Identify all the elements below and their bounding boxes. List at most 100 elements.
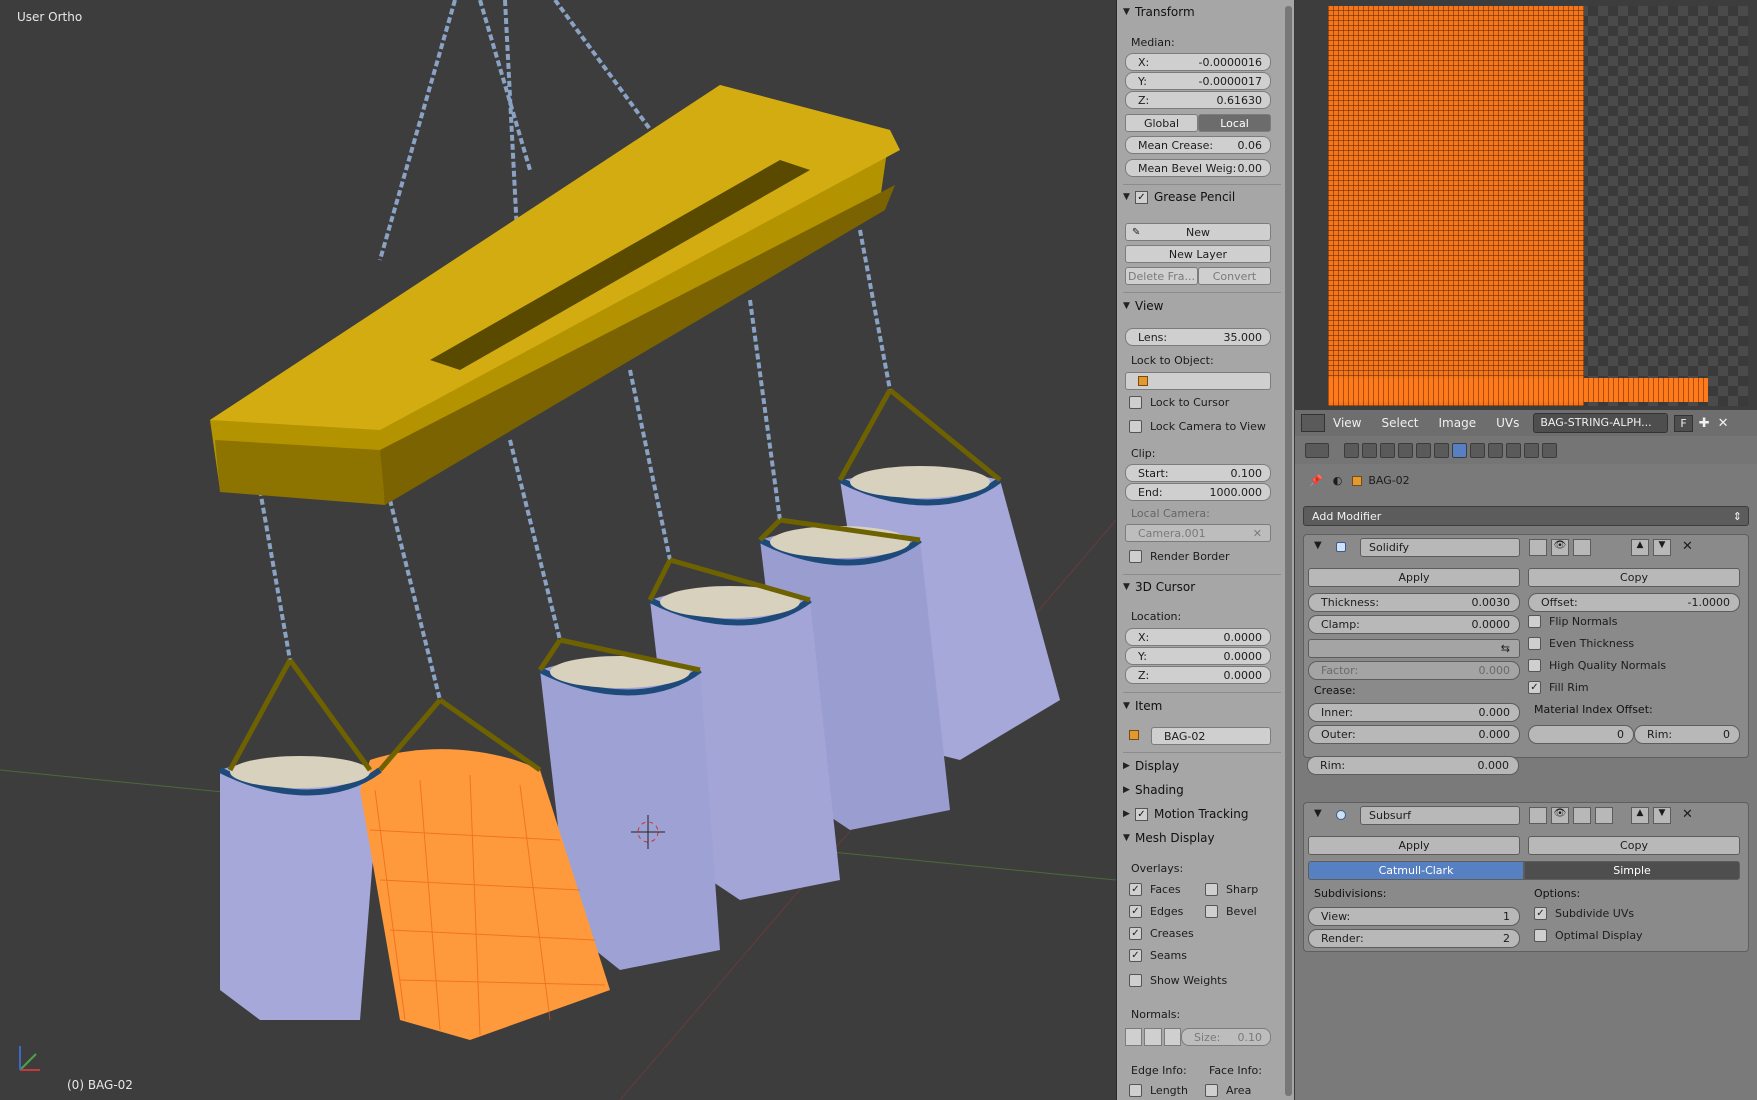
uv-strip-island[interactable]	[1328, 378, 1708, 402]
render-toggle-icon[interactable]	[1529, 807, 1547, 824]
new-layer-button[interactable]: New Layer	[1125, 245, 1271, 263]
transform-header[interactable]: ▼ Transform	[1123, 3, 1195, 21]
bevel-checkbox[interactable]: Bevel	[1205, 905, 1257, 918]
physics-tab-icon[interactable]	[1542, 442, 1557, 458]
collapse-icon[interactable]: ▼	[1314, 540, 1322, 551]
motion-tracking-header[interactable]: ▶ ✓ Motion Tracking	[1123, 805, 1248, 823]
menu-view[interactable]: View	[1333, 416, 1361, 430]
editmode-toggle-icon[interactable]	[1573, 539, 1591, 556]
normals-size-field[interactable]: Size: 0.10	[1181, 1028, 1271, 1046]
lock-object-field[interactable]	[1125, 372, 1271, 390]
global-button[interactable]: Global	[1125, 114, 1198, 132]
display-header[interactable]: ▶ Display	[1123, 757, 1179, 775]
eye-icon[interactable]: 👁	[1551, 539, 1569, 556]
menu-select[interactable]: Select	[1381, 416, 1418, 430]
grease-new-button[interactable]: ✎ New	[1125, 223, 1271, 241]
solidify-apply-button[interactable]: Apply	[1308, 568, 1520, 587]
material-tab-icon[interactable]	[1488, 442, 1503, 458]
cursor-x-field[interactable]: X: 0.0000	[1125, 628, 1271, 646]
3d-cursor-header[interactable]: ▼ 3D Cursor	[1123, 578, 1195, 596]
scene-tab-icon[interactable]	[1380, 442, 1395, 458]
cursor-z-field[interactable]: Z: 0.0000	[1125, 666, 1271, 684]
vertex-group-field[interactable]: ⇆	[1308, 639, 1520, 658]
grease-pencil-header[interactable]: ▼ ✓ Grease Pencil	[1123, 188, 1235, 206]
pin-icon[interactable]: 📌	[1309, 474, 1323, 487]
close-icon[interactable]: ✕	[1682, 807, 1693, 822]
delete-frame-button[interactable]: Delete Fra...	[1125, 267, 1198, 285]
collapse-icon[interactable]: ▼	[1314, 808, 1322, 819]
uv-mesh-island[interactable]	[1328, 6, 1584, 406]
editor-type-icon[interactable]	[1305, 442, 1329, 458]
close-icon[interactable]: ✕	[1253, 527, 1262, 540]
view-levels-field[interactable]: View: 1	[1308, 907, 1520, 926]
outer-field[interactable]: Outer: 0.000	[1308, 725, 1520, 744]
mesh-display-header[interactable]: ▼ Mesh Display	[1123, 829, 1215, 847]
render-border-checkbox[interactable]: Render Border	[1129, 550, 1230, 563]
clip-start-field[interactable]: Start: 0.100	[1125, 464, 1271, 482]
thickness-field[interactable]: Thickness: 0.0030	[1308, 593, 1520, 612]
move-down-icon[interactable]: ▼	[1653, 807, 1671, 824]
move-up-icon[interactable]: ▲	[1631, 807, 1649, 824]
clamp-field[interactable]: Clamp: 0.0000	[1308, 615, 1520, 634]
new-image-icon[interactable]: ✚	[1699, 416, 1710, 431]
close-icon[interactable]: ✕	[1718, 416, 1729, 431]
shelf-scrollbar[interactable]	[1285, 6, 1292, 1096]
median-z-field[interactable]: Z: 0.61630	[1125, 91, 1271, 109]
show-weights-checkbox[interactable]: Show Weights	[1129, 974, 1227, 987]
offset-field[interactable]: Offset: -1.0000	[1528, 593, 1740, 612]
shading-header[interactable]: ▶ Shading	[1123, 781, 1184, 799]
editor-type-icon[interactable]	[1301, 414, 1325, 432]
cursor-y-field[interactable]: Y: 0.0000	[1125, 647, 1271, 665]
move-down-icon[interactable]: ▼	[1653, 539, 1671, 556]
factor-field[interactable]: Factor: 0.000	[1308, 661, 1520, 680]
menu-uvs[interactable]: UVs	[1496, 416, 1519, 430]
subsurf-name-field[interactable]: Subsurf	[1360, 806, 1520, 825]
lock-camera-checkbox[interactable]: Lock Camera to View	[1129, 420, 1266, 433]
subdivide-uvs-checkbox[interactable]: ✓ Subdivide UVs	[1534, 907, 1634, 920]
render-toggle-icon[interactable]	[1529, 539, 1547, 556]
clip-end-field[interactable]: End: 1000.000	[1125, 483, 1271, 501]
render-tab-icon[interactable]	[1344, 442, 1359, 458]
solidify-name-field[interactable]: Solidify	[1360, 538, 1520, 557]
eye-icon[interactable]: 👁	[1551, 807, 1569, 824]
median-x-field[interactable]: X: -0.0000016	[1125, 53, 1271, 71]
world-tab-icon[interactable]	[1398, 442, 1413, 458]
view-header[interactable]: ▼ View	[1123, 297, 1163, 315]
optimal-display-checkbox[interactable]: Optimal Display	[1534, 929, 1643, 942]
inner-field[interactable]: Inner: 0.000	[1308, 703, 1520, 722]
render-levels-field[interactable]: Render: 2	[1308, 929, 1520, 948]
edges-checkbox[interactable]: ✓ Edges	[1129, 905, 1183, 918]
fill-rim-checkbox[interactable]: ✓ Fill Rim	[1528, 681, 1589, 694]
local-button[interactable]: Local	[1198, 114, 1271, 132]
even-thickness-checkbox[interactable]: Even Thickness	[1528, 637, 1634, 650]
move-up-icon[interactable]: ▲	[1631, 539, 1649, 556]
modifiers-tab-icon[interactable]	[1452, 442, 1467, 458]
length-checkbox[interactable]: Length	[1129, 1084, 1188, 1097]
vertex-normals-icon[interactable]	[1125, 1028, 1143, 1046]
face-normals-icon[interactable]	[1163, 1028, 1181, 1046]
texture-tab-icon[interactable]	[1506, 442, 1521, 458]
lens-field[interactable]: Lens: 35.000	[1125, 328, 1271, 346]
rim-field[interactable]: Rim: 0.000	[1307, 756, 1519, 775]
object-name-field[interactable]: BAG-02	[1151, 727, 1271, 745]
render-layers-tab-icon[interactable]	[1362, 442, 1377, 458]
sharp-checkbox[interactable]: Sharp	[1205, 883, 1258, 896]
faces-checkbox[interactable]: ✓ Faces	[1129, 883, 1181, 896]
material-offset-field[interactable]: 0	[1528, 725, 1634, 744]
rim-material-field[interactable]: Rim: 0	[1634, 725, 1740, 744]
high-quality-normals-checkbox[interactable]: High Quality Normals	[1528, 659, 1666, 672]
area-checkbox[interactable]: Area	[1205, 1084, 1251, 1097]
data-tab-icon[interactable]	[1470, 442, 1485, 458]
editmode-toggle-icon[interactable]	[1573, 807, 1591, 824]
flip-normals-checkbox[interactable]: Flip Normals	[1528, 615, 1617, 628]
subsurf-apply-button[interactable]: Apply	[1308, 836, 1520, 855]
seams-checkbox[interactable]: ✓ Seams	[1129, 949, 1187, 962]
solidify-copy-button[interactable]: Copy	[1528, 568, 1740, 587]
convert-button[interactable]: Convert	[1198, 267, 1271, 285]
add-modifier-dropdown[interactable]: Add Modifier ⇕	[1303, 506, 1749, 526]
menu-image[interactable]: Image	[1439, 416, 1477, 430]
split-normals-icon[interactable]	[1144, 1028, 1162, 1046]
mean-crease-field[interactable]: Mean Crease: 0.06	[1125, 136, 1271, 154]
median-y-field[interactable]: Y: -0.0000017	[1125, 72, 1271, 90]
creases-checkbox[interactable]: ✓ Creases	[1129, 927, 1194, 940]
